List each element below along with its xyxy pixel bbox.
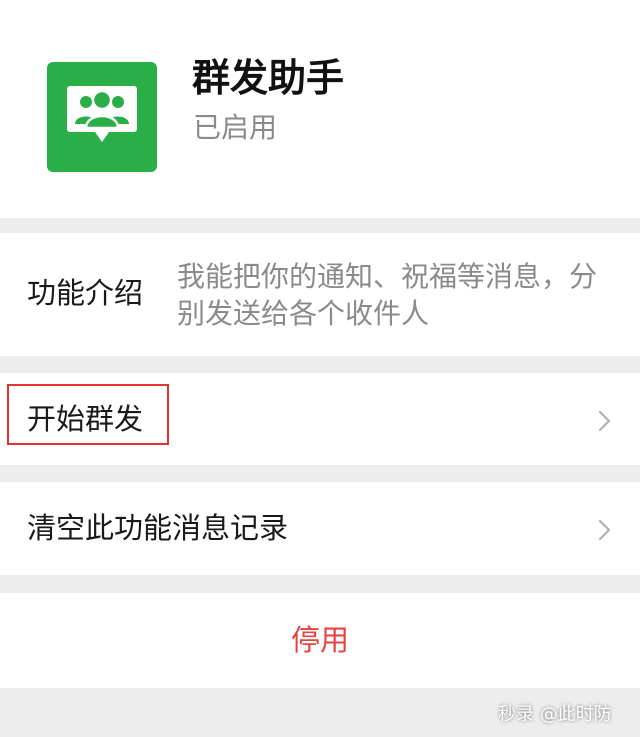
group-message-icon (47, 62, 157, 172)
clear-history-label: 清空此功能消息记录 (27, 511, 289, 545)
feature-intro-description: 我能把你的通知、祝福等消息，分别发送给各个收件人 (177, 260, 598, 330)
start-broadcast-label: 开始群发 (27, 402, 144, 436)
disable-button[interactable]: 停用 (0, 593, 640, 688)
app-status: 已启用 (193, 111, 278, 144)
app-header: 群发助手 已启用 (0, 0, 640, 218)
feature-intro-row: 功能介绍 我能把你的通知、祝福等消息，分别发送给各个收件人 (0, 233, 640, 356)
watermark: 秒录 @此时防 (498, 704, 612, 725)
clear-history-row[interactable]: 清空此功能消息记录 (0, 482, 640, 575)
chevron-right-icon (598, 519, 611, 541)
disable-label: 停用 (290, 623, 349, 657)
chevron-right-icon (598, 410, 611, 432)
start-broadcast-row[interactable]: 开始群发 (0, 373, 640, 465)
feature-intro-label: 功能介绍 (27, 276, 144, 310)
app-name: 群发助手 (192, 56, 345, 100)
